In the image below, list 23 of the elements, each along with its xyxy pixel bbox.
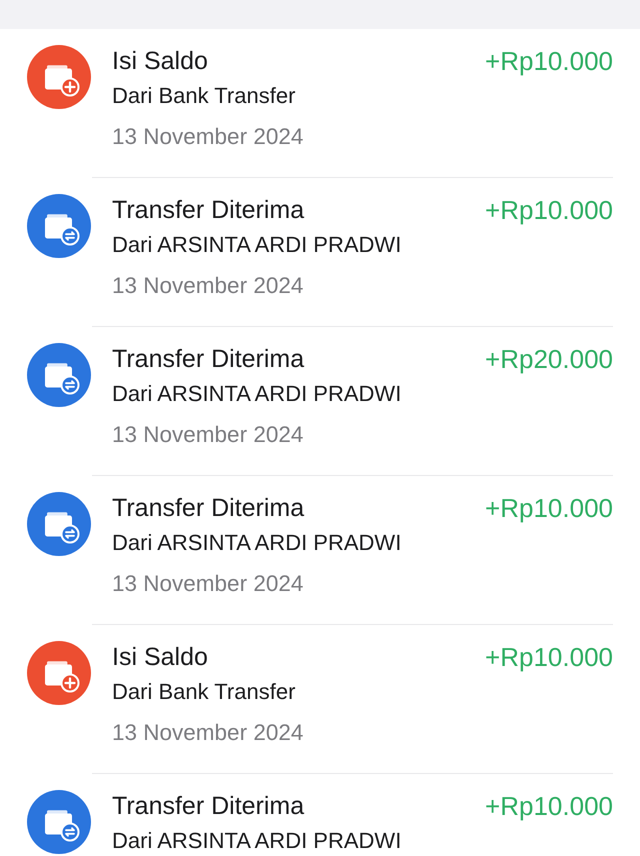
transaction-title: Isi Saldo — [112, 642, 208, 673]
transaction-date: 13 November 2024 — [112, 570, 304, 598]
transaction-date: 13 November 2024 — [112, 123, 304, 151]
transaction-amount: +Rp10.000 — [485, 194, 613, 226]
transaction-amount: +Rp10.000 — [485, 45, 613, 77]
transaction-amount: +Rp10.000 — [485, 492, 613, 524]
transaction-date: 13 November 2024 — [112, 719, 304, 747]
transaction-date: 13 November 2024 — [112, 421, 304, 449]
transaction-title: Transfer Diterima — [112, 344, 304, 375]
transaction-title: Transfer Diterima — [112, 493, 304, 524]
transaction-source: Dari ARSINTA ARDI PRADWI — [112, 382, 402, 406]
transaction-amount: +Rp10.000 — [485, 641, 613, 673]
transaction-date: 13 November 2024 — [112, 272, 304, 300]
transaction-source: Dari Bank Transfer — [112, 84, 296, 108]
transaction-amount: +Rp20.000 — [485, 343, 613, 375]
transaction-title: Transfer Diterima — [112, 791, 304, 822]
transaction-source: Dari ARSINTA ARDI PRADWI — [112, 531, 402, 555]
transaction-source: Dari ARSINTA ARDI PRADWI — [112, 233, 402, 257]
transaction-source: Dari ARSINTA ARDI PRADWI — [112, 829, 402, 853]
transaction-source: Dari Bank Transfer — [112, 680, 296, 704]
transaction-title: Transfer Diterima — [112, 195, 304, 226]
transaction-title: Isi Saldo — [112, 46, 208, 77]
transaction-amount: +Rp10.000 — [485, 790, 613, 822]
